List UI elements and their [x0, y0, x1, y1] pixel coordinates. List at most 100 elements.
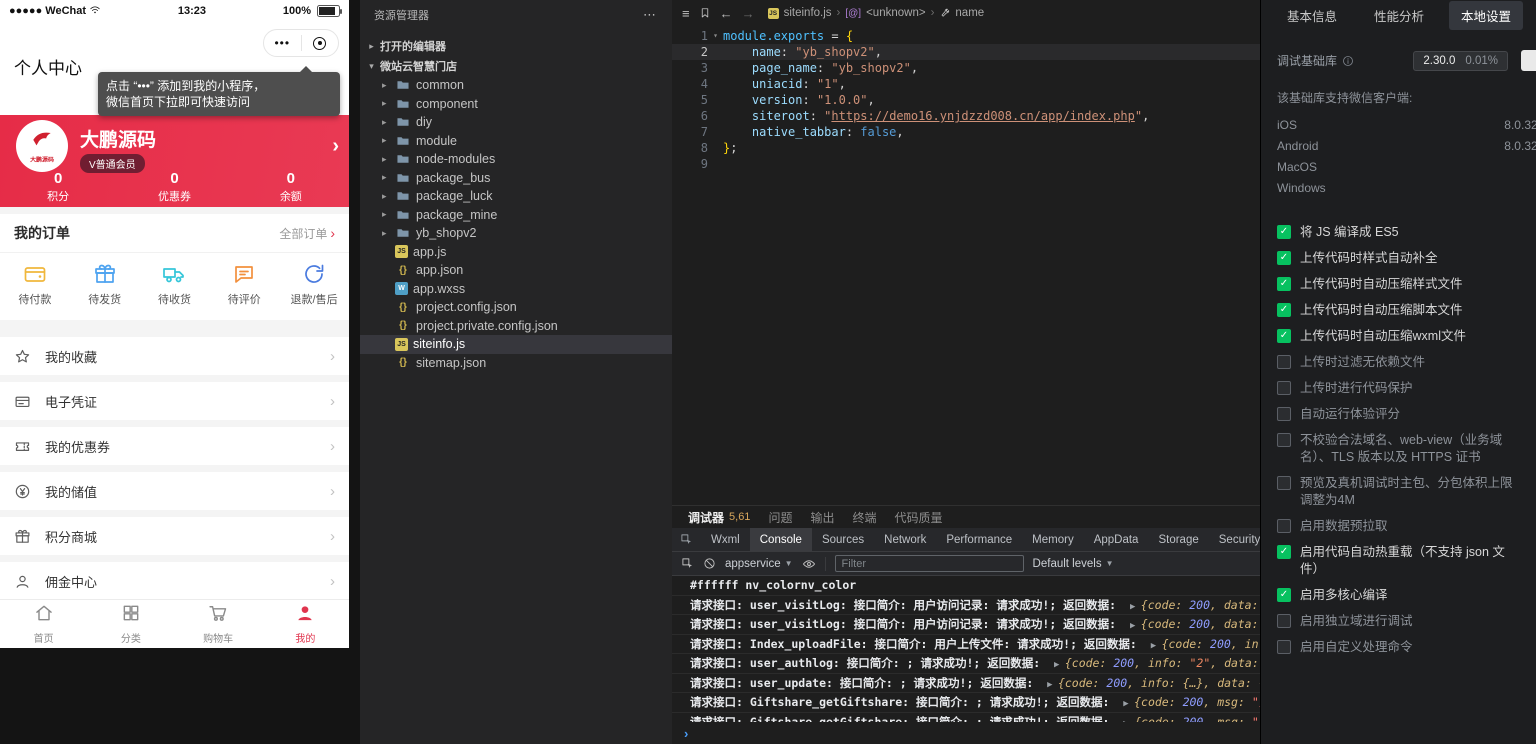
- banner-stat[interactable]: 0积分: [0, 170, 116, 204]
- menu-item[interactable]: 我的收藏›: [0, 337, 349, 375]
- bookmark-icon[interactable]: [699, 7, 711, 19]
- fold-arrow-icon[interactable]: ▾: [708, 28, 723, 44]
- menu-item[interactable]: 电子凭证›: [0, 382, 349, 420]
- checkbox-checked[interactable]: ✓: [1277, 225, 1291, 239]
- breadcrumb-member[interactable]: name: [955, 7, 984, 19]
- checkbox-unchecked[interactable]: [1277, 407, 1291, 421]
- breadcrumb-file[interactable]: siteinfo.js: [784, 7, 832, 19]
- checkbox-checked[interactable]: ✓: [1277, 303, 1291, 317]
- order-shortcut[interactable]: 待付款: [0, 262, 70, 307]
- settings-tab[interactable]: 基本信息: [1275, 1, 1349, 30]
- tabbar-item[interactable]: 我的: [262, 600, 349, 648]
- back-arrow-icon[interactable]: ←: [720, 6, 733, 21]
- checkbox-unchecked[interactable]: [1277, 381, 1291, 395]
- checkbox-checked[interactable]: ✓: [1277, 545, 1291, 559]
- cutoff-button[interactable]: [1521, 50, 1536, 71]
- debugger-tab[interactable]: 代码质量: [894, 509, 942, 526]
- settings-option[interactable]: 上传时过滤无依赖文件: [1277, 354, 1521, 371]
- console-sidebar-icon[interactable]: [681, 557, 694, 570]
- devtools-tab[interactable]: Wxml: [701, 528, 750, 551]
- menu-item[interactable]: 佣金中心›: [0, 562, 349, 600]
- checkbox-unchecked[interactable]: [1277, 640, 1291, 654]
- wechat-capsule[interactable]: •••: [263, 29, 339, 57]
- tree-folder[interactable]: ▸common: [360, 76, 672, 95]
- more-menu-button[interactable]: •••: [264, 36, 301, 50]
- console-filter-input[interactable]: [835, 555, 1024, 572]
- tree-file[interactable]: {}project.config.json: [360, 298, 672, 317]
- checkbox-unchecked[interactable]: [1277, 355, 1291, 369]
- all-orders-link[interactable]: 全部订单 ›: [279, 225, 335, 242]
- banner-stat[interactable]: 0余额: [233, 170, 349, 204]
- base-library-version-select[interactable]: 2.30.0 0.01%: [1413, 51, 1508, 71]
- log-levels-dropdown[interactable]: Default levels ▼: [1033, 558, 1114, 570]
- debugger-tab[interactable]: 调试器5,61: [688, 509, 750, 526]
- outline-menu-icon[interactable]: ≡: [682, 6, 690, 21]
- settings-option[interactable]: ✓将 JS 编译成 ES5: [1277, 224, 1521, 241]
- code-line[interactable]: 7 native_tabbar: false,: [672, 124, 1260, 140]
- tree-file[interactable]: {}app.json: [360, 261, 672, 280]
- settings-option[interactable]: ✓上传代码时自动压缩样式文件: [1277, 276, 1521, 293]
- breadcrumb-symbol[interactable]: <unknown>: [866, 7, 925, 19]
- checkbox-checked[interactable]: ✓: [1277, 329, 1291, 343]
- tree-folder[interactable]: ▸yb_shopv2: [360, 224, 672, 243]
- debugger-tab[interactable]: 终端: [852, 509, 876, 526]
- tree-folder[interactable]: ▸module: [360, 132, 672, 151]
- eye-icon[interactable]: [802, 557, 816, 571]
- settings-option[interactable]: ✓上传代码时自动压缩脚本文件: [1277, 302, 1521, 319]
- tabbar-item[interactable]: 分类: [87, 600, 174, 648]
- expand-arrow-icon[interactable]: ▶: [1151, 641, 1162, 651]
- tree-file[interactable]: JSsiteinfo.js: [360, 335, 672, 354]
- context-selector[interactable]: appservice ▼: [725, 558, 793, 570]
- devtools-tab[interactable]: Network: [874, 528, 936, 551]
- expand-arrow-icon[interactable]: ▶: [1047, 680, 1058, 690]
- devtools-tab[interactable]: Sources: [812, 528, 874, 551]
- code-line[interactable]: 6 siteroot: "https://demo16.ynjdzzd008.c…: [672, 108, 1260, 124]
- menu-item[interactable]: 我的优惠券›: [0, 427, 349, 465]
- expand-arrow-icon[interactable]: ▶: [1123, 699, 1134, 709]
- tree-folder[interactable]: ▸diy: [360, 113, 672, 132]
- checkbox-unchecked[interactable]: [1277, 433, 1291, 447]
- order-shortcut[interactable]: 待发货: [70, 262, 140, 307]
- settings-option[interactable]: 上传时进行代码保护: [1277, 380, 1521, 397]
- devtools-tab[interactable]: Performance: [936, 528, 1022, 551]
- capsule-circle-button[interactable]: [302, 37, 339, 50]
- devtools-tab[interactable]: Security: [1209, 528, 1260, 551]
- devtools-tab[interactable]: Storage: [1148, 528, 1208, 551]
- tree-file[interactable]: JSapp.js: [360, 243, 672, 262]
- forward-arrow-icon[interactable]: →: [742, 6, 755, 21]
- expand-arrow-icon[interactable]: ▶: [1054, 660, 1065, 670]
- checkbox-checked[interactable]: ✓: [1277, 251, 1291, 265]
- menu-item[interactable]: 我的储值›: [0, 472, 349, 510]
- tree-file[interactable]: Wapp.wxss: [360, 280, 672, 299]
- expand-arrow-icon[interactable]: ▶: [1130, 602, 1141, 612]
- order-shortcut[interactable]: 退款/售后: [279, 262, 349, 307]
- checkbox-unchecked[interactable]: [1277, 519, 1291, 533]
- checkbox-unchecked[interactable]: [1277, 614, 1291, 628]
- settings-option[interactable]: ✓上传代码时自动压缩wxml文件: [1277, 328, 1521, 345]
- settings-option[interactable]: 不校验合法域名、web-view（业务域名）、TLS 版本以及 HTTPS 证书: [1277, 432, 1521, 466]
- debugger-tab[interactable]: 输出: [810, 509, 834, 526]
- tree-folder[interactable]: ▸package_bus: [360, 169, 672, 188]
- settings-option[interactable]: 预览及真机调试时主包、分包体积上限调整为4M: [1277, 475, 1521, 509]
- menu-item[interactable]: 积分商城›: [0, 517, 349, 555]
- tree-folder[interactable]: ▸node-modules: [360, 150, 672, 169]
- code-line[interactable]: 2 name: "yb_shopv2",: [672, 44, 1260, 60]
- tree-file[interactable]: {}sitemap.json: [360, 354, 672, 373]
- devtools-tab[interactable]: AppData: [1084, 528, 1149, 551]
- code-line[interactable]: 5 version: "1.0.0",: [672, 92, 1260, 108]
- inspect-icon[interactable]: [672, 528, 701, 551]
- code-line[interactable]: 9: [672, 156, 1260, 172]
- settings-option[interactable]: 启用数据预拉取: [1277, 518, 1521, 535]
- code-editor[interactable]: 1▾module.exports = {2 name: "yb_shopv2",…: [672, 26, 1260, 505]
- open-editors-section[interactable]: ▸ 打开的编辑器: [360, 36, 672, 56]
- tree-folder[interactable]: ▸package_mine: [360, 206, 672, 225]
- explorer-more-button[interactable]: ⋯: [643, 7, 658, 23]
- code-line[interactable]: 1▾module.exports = {: [672, 28, 1260, 44]
- settings-tab[interactable]: 本地设置: [1449, 1, 1523, 30]
- debugger-tab[interactable]: 问题: [768, 509, 792, 526]
- checkbox-unchecked[interactable]: [1277, 476, 1291, 490]
- checkbox-checked[interactable]: ✓: [1277, 588, 1291, 602]
- code-line[interactable]: 8};: [672, 140, 1260, 156]
- console-prompt[interactable]: ›: [672, 722, 1260, 744]
- expand-arrow-icon[interactable]: ▶: [1130, 621, 1141, 631]
